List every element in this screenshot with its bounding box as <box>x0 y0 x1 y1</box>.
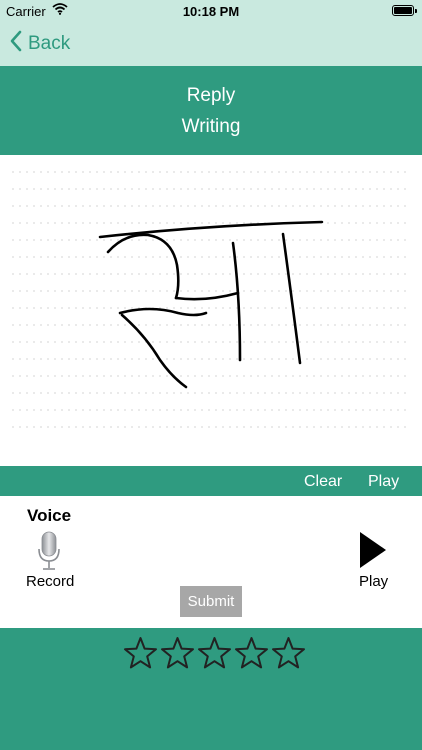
play-voice-label: Play <box>359 573 389 590</box>
battery-icon <box>392 5 417 16</box>
star-icon-2[interactable] <box>159 636 196 670</box>
star-icon-5[interactable] <box>270 636 307 670</box>
header-banner: Reply Writing <box>0 66 422 155</box>
microphone-icon[interactable] <box>36 531 62 576</box>
star-rating <box>122 636 307 670</box>
star-icon-4[interactable] <box>233 636 270 670</box>
star-icon-1[interactable] <box>122 636 159 670</box>
handwriting-drawing <box>12 171 410 428</box>
drawing-toolbar: Clear Play <box>0 466 422 496</box>
rating-footer <box>0 628 422 750</box>
header-title-reply: Reply <box>186 85 236 106</box>
back-button[interactable]: Back <box>10 30 70 58</box>
star-icon-3[interactable] <box>196 636 233 670</box>
navigation-bar: Back <box>0 22 422 66</box>
submit-button[interactable]: Submit <box>180 586 242 617</box>
record-label: Record <box>26 573 75 590</box>
header-title-writing: Writing <box>181 116 241 137</box>
voice-section-title: Voice <box>27 506 72 525</box>
status-time: 10:18 PM <box>182 4 240 19</box>
chevron-left-icon <box>10 30 28 58</box>
clear-button[interactable]: Clear <box>304 473 342 491</box>
play-writing-button[interactable]: Play <box>368 473 399 491</box>
status-bar: Carrier 10:18 PM <box>0 0 422 22</box>
back-label: Back <box>28 33 71 54</box>
writing-canvas[interactable] <box>0 155 422 466</box>
play-icon[interactable] <box>358 532 386 573</box>
